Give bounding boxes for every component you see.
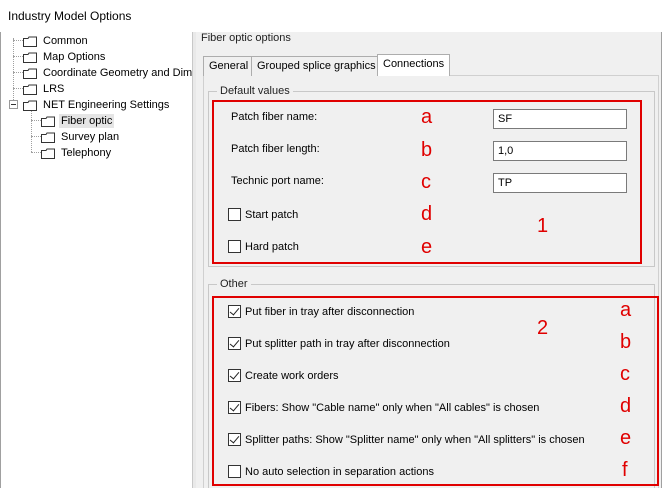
checkbox-box[interactable] [228,465,241,478]
tree-item-label: Telephony [61,147,112,159]
tree-line [31,136,41,137]
patch-fiber-name-label: Patch fiber name: [231,111,318,123]
annotation-letter: b [620,331,632,353]
annotation-letter: d [421,203,433,225]
checkbox-box[interactable] [228,369,241,382]
checkbox-box[interactable] [228,337,241,350]
tree-item-lrs[interactable]: LRS [23,81,66,97]
title-bar: Industry Model Options [0,0,662,33]
checkbox-label: Put splitter path in tray after disconne… [245,337,450,350]
no-auto-selection-checkbox[interactable]: No auto selection in separation actions [228,465,434,478]
tree-line [13,72,23,73]
tree-item-label: Survey plan [61,131,120,143]
annotation-letter: f [622,459,628,481]
tab-grouped-splice-graphics[interactable]: Grouped splice graphics [251,56,382,76]
technic-port-name-input[interactable]: TP [493,173,627,193]
folder-icon [23,68,37,79]
tree-item-net-engineering[interactable]: NET Engineering Settings [23,97,171,113]
fibers-show-cable-name-checkbox[interactable]: Fibers: Show "Cable name" only when "All… [228,401,539,414]
checkbox-label: No auto selection in separation actions [245,465,434,478]
create-work-orders-checkbox[interactable]: Create work orders [228,369,339,382]
tree-line [13,40,23,41]
collapse-icon[interactable] [9,100,18,109]
patch-fiber-name-input[interactable]: SF [493,109,627,129]
tree-line [31,120,41,121]
folder-icon [23,36,37,47]
checkbox-label: Hard patch [245,240,299,253]
technic-port-name-label: Technic port name: [231,175,324,187]
annotation-letter: a [620,299,632,321]
patch-fiber-length-input[interactable]: 1,0 [493,141,627,161]
annotation-letter: b [421,139,433,161]
patch-fiber-length-label: Patch fiber length: [231,143,320,155]
options-tree: Common Map Options Coordinate Geometry a… [1,32,198,488]
folder-icon [41,116,55,127]
tree-line [13,88,23,89]
tree-item-label: Coordinate Geometry and Dime [43,67,199,79]
tree-line [31,152,41,153]
tree-item-label: Map Options [43,51,106,63]
default-values-title: Default values [217,85,293,97]
tree-item-telephony[interactable]: Telephony [41,145,113,161]
tree-item-label: LRS [43,83,65,95]
tree-item-fiber-optic[interactable]: Fiber optic [41,113,115,129]
start-patch-checkbox[interactable]: Start patch [228,208,298,221]
other-title: Other [217,278,251,290]
tree-item-label: Common [43,35,88,47]
tree-item-label: NET Engineering Settings [43,99,170,111]
put-fiber-in-tray-checkbox[interactable]: Put fiber in tray after disconnection [228,305,414,318]
checkbox-box[interactable] [228,433,241,446]
put-splitter-path-in-tray-checkbox[interactable]: Put splitter path in tray after disconne… [228,337,450,350]
annotation-letter: d [620,395,632,417]
window-title: Industry Model Options [8,9,132,23]
annotation-letter: e [620,427,632,449]
annotation-letter: c [421,171,431,193]
tree-item-common[interactable]: Common [23,33,90,49]
annotation-number: 1 [537,215,549,237]
section-title: Fiber optic options [201,32,291,44]
tab-connections[interactable]: Connections [377,54,451,76]
checkbox-box[interactable] [228,305,241,318]
folder-icon [41,132,55,143]
folder-icon [23,100,37,111]
tree-item-label: Fiber optic [59,114,115,128]
checkbox-label: Splitter paths: Show "Splitter name" onl… [245,433,585,446]
folder-icon [41,148,55,159]
annotation-box-2 [212,296,659,486]
hard-patch-checkbox[interactable]: Hard patch [228,240,299,253]
annotation-letter: c [620,363,630,385]
checkbox-label: Put fiber in tray after disconnection [245,305,415,318]
annotation-number: 2 [537,317,549,339]
tree-item-survey-plan[interactable]: Survey plan [41,129,121,145]
tab-general[interactable]: General [203,56,255,76]
splitter-paths-show-splitter-name-checkbox[interactable]: Splitter paths: Show "Splitter name" onl… [228,433,585,446]
tree-item-map-options[interactable]: Map Options [23,49,107,65]
tree-line [13,38,14,104]
checkbox-label: Fibers: Show "Cable name" only when "All… [245,401,540,414]
checkbox-box[interactable] [228,208,241,221]
tree-line [31,110,32,152]
annotation-letter: e [421,236,433,258]
tree-item-coordinate-geometry[interactable]: Coordinate Geometry and Dime [23,65,200,81]
checkbox-box[interactable] [228,240,241,253]
checkbox-box[interactable] [228,401,241,414]
checkbox-label: Create work orders [245,369,339,382]
checkbox-label: Start patch [245,208,299,221]
tree-line [13,56,23,57]
folder-icon [23,84,37,95]
folder-icon [23,52,37,63]
annotation-letter: a [421,106,433,128]
